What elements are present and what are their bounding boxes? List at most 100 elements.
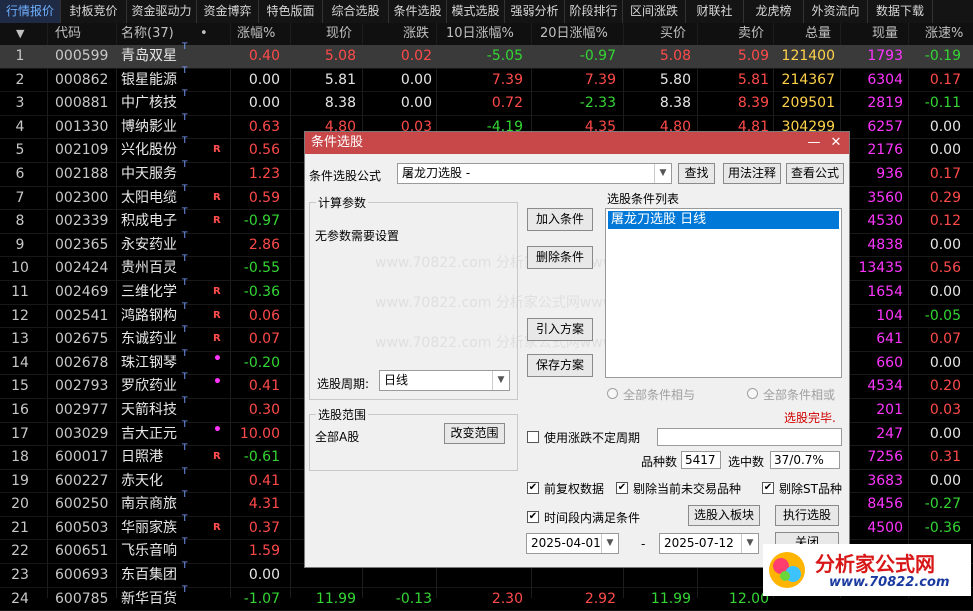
date-to-picker[interactable]: 2025-07-12 ▼ bbox=[659, 533, 759, 554]
table-row[interactable]: 2 000862 银星能源 T 0.00 5.81 0.00 7.39 7.39 5.80 5.81… bbox=[0, 66, 973, 93]
col-current-volume[interactable]: 现量 bbox=[872, 23, 898, 45]
period-select[interactable]: 日线 ▼ bbox=[379, 370, 510, 391]
speed: 0.00 bbox=[929, 283, 961, 300]
col-pct[interactable]: 涨幅% bbox=[237, 23, 275, 45]
speed: 0.00 bbox=[929, 236, 961, 253]
use-period-checkbox[interactable] bbox=[527, 431, 539, 443]
row-index: 18 bbox=[11, 449, 29, 466]
stock-code: 000862 bbox=[55, 71, 109, 88]
col-name[interactable]: 名称(37) bbox=[121, 23, 174, 45]
tab-0[interactable]: 行情报价 bbox=[0, 0, 61, 23]
tab-7[interactable]: 模式选股 bbox=[447, 0, 505, 23]
trade-marker-icon: T bbox=[182, 183, 188, 194]
delete-condition-button[interactable]: 删除条件 bbox=[527, 246, 593, 269]
exclude-st-checkbox[interactable]: ✔ bbox=[762, 482, 774, 494]
tab-8[interactable]: 强弱分析 bbox=[505, 0, 565, 23]
tab-10[interactable]: 区间涨跌 bbox=[623, 0, 686, 23]
all-or-radio[interactable] bbox=[747, 388, 758, 399]
speed: 0.12 bbox=[929, 213, 961, 230]
tab-2[interactable]: 资金驱动力 bbox=[127, 0, 197, 23]
tab-1[interactable]: 封板竞价 bbox=[61, 0, 127, 23]
pct-change: 0.63 bbox=[248, 118, 280, 135]
col-20d[interactable]: 20日涨幅% bbox=[540, 23, 608, 45]
tab-13[interactable]: 外资流向 bbox=[804, 0, 868, 23]
usage-notes-button[interactable]: 用法注释 bbox=[723, 163, 781, 184]
time-condition-checkbox[interactable]: ✔ bbox=[527, 511, 539, 523]
row-index: 8 bbox=[15, 213, 25, 230]
count-label: 品种数 bbox=[641, 455, 678, 469]
tab-3[interactable]: 资金博弈 bbox=[197, 0, 259, 23]
pct-change: 0.59 bbox=[248, 189, 280, 206]
minimize-icon[interactable]: — bbox=[803, 132, 825, 154]
col-code[interactable]: 代码 bbox=[55, 23, 81, 45]
add-condition-button[interactable]: 加入条件 bbox=[527, 208, 593, 231]
stock-flag: • bbox=[213, 421, 222, 438]
stock-name: 青岛双星 bbox=[121, 48, 177, 64]
period-value: 日线 bbox=[384, 373, 409, 387]
all-and-label: 全部条件相与 bbox=[623, 388, 696, 402]
run-selection-button[interactable]: 执行选股 bbox=[775, 505, 839, 526]
all-and-radio[interactable] bbox=[607, 388, 618, 399]
col-bid[interactable]: 买价 bbox=[660, 23, 686, 45]
view-formula-button[interactable]: 查看公式 bbox=[786, 163, 844, 184]
pct-change: 0.00 bbox=[248, 71, 280, 88]
calc-params-group: 计算参数 无参数需要设置 选股周期: 日线 ▼ bbox=[309, 194, 518, 400]
speed: -0.05 bbox=[924, 307, 961, 324]
chevron-down-icon[interactable]: ▼ bbox=[654, 164, 671, 183]
save-plan-button[interactable]: 保存方案 bbox=[527, 354, 593, 377]
speed: -0.19 bbox=[924, 48, 961, 64]
tab-4[interactable]: 特色版面 bbox=[259, 0, 323, 23]
status-text: 选股完毕. bbox=[784, 411, 836, 425]
pre-restore-checkbox[interactable]: ✔ bbox=[527, 482, 539, 494]
change-range-button[interactable]: 改变范围 bbox=[444, 423, 505, 444]
col-volume[interactable]: 总量 bbox=[805, 23, 831, 45]
chevron-down-icon[interactable]: ▼ bbox=[741, 534, 758, 553]
date-from-picker[interactable]: 2025-04-01 ▼ bbox=[526, 533, 619, 554]
trade-marker-icon: T bbox=[182, 466, 188, 477]
condition-list-item[interactable]: 屠龙刀选股 日线 bbox=[608, 211, 839, 229]
stock-name: 三维化学 bbox=[121, 283, 177, 300]
sort-icon[interactable]: ▼ bbox=[16, 23, 24, 45]
close-icon[interactable]: ✕ bbox=[825, 132, 847, 154]
period-input[interactable] bbox=[657, 428, 842, 446]
tab-5[interactable]: 综合选股 bbox=[323, 0, 389, 23]
tab-11[interactable]: 财联社 bbox=[686, 0, 744, 23]
col-speed[interactable]: 涨速% bbox=[925, 23, 963, 45]
trade-marker-icon: T bbox=[182, 419, 188, 430]
exclude-untraded-checkbox[interactable]: ✔ bbox=[616, 482, 628, 494]
price: 5.81 bbox=[324, 71, 356, 88]
chevron-down-icon[interactable]: ▼ bbox=[601, 534, 618, 553]
ask-price: 8.39 bbox=[737, 95, 769, 112]
find-button[interactable]: 查找 bbox=[678, 163, 715, 184]
tab-9[interactable]: 阶段排行 bbox=[565, 0, 623, 23]
dialog-title-bar[interactable]: 条件选股 — ✕ bbox=[305, 132, 849, 154]
trade-marker-icon: T bbox=[182, 301, 188, 312]
table-row[interactable]: 3 000881 中广核技 T 0.00 8.38 0.00 0.72 -2.33 8.38 8.3… bbox=[0, 89, 973, 116]
col-change[interactable]: 涨跌 bbox=[403, 23, 429, 45]
speed: 0.07 bbox=[929, 331, 961, 348]
stock-name: 积成电子 bbox=[121, 213, 177, 230]
trade-marker-icon: T bbox=[182, 207, 188, 218]
stock-code: 002365 bbox=[55, 236, 109, 253]
tab-14[interactable]: 数据下载 bbox=[868, 0, 933, 23]
pct-change: 0.30 bbox=[248, 401, 280, 418]
pct-change: 10.00 bbox=[239, 425, 280, 442]
trade-marker-icon: T bbox=[182, 42, 188, 52]
tab-12[interactable]: 龙虎榜 bbox=[744, 0, 804, 23]
tab-6[interactable]: 条件选股 bbox=[389, 0, 447, 23]
table-row[interactable]: 1 000599 青岛双星 T 0.40 5.08 0.02 -5.05 -0.97 5.08 5.… bbox=[0, 42, 973, 69]
col-ask[interactable]: 卖价 bbox=[738, 23, 764, 45]
trade-marker-icon: T bbox=[182, 561, 188, 572]
formula-select[interactable]: 屠龙刀选股 - ▼ bbox=[397, 163, 672, 184]
import-plan-button[interactable]: 引入方案 bbox=[527, 318, 593, 341]
col-10d[interactable]: 10日涨幅% bbox=[446, 23, 514, 45]
add-to-board-button[interactable]: 选股入板块 bbox=[688, 505, 760, 526]
condition-list[interactable]: 屠龙刀选股 日线 bbox=[605, 208, 842, 378]
row-index: 6 bbox=[15, 165, 25, 182]
stock-code: 002300 bbox=[55, 189, 109, 206]
stock-flag: R bbox=[213, 191, 221, 203]
col-price[interactable]: 现价 bbox=[326, 23, 352, 45]
chevron-down-icon[interactable]: ▼ bbox=[492, 371, 509, 390]
condition-select-dialog: 条件选股 — ✕ www.70822.com 分析家公式网www www.708… bbox=[304, 131, 850, 568]
table-header: ▼ 代码 名称(37) • 涨幅% 现价 涨跌 10日涨幅% 20日涨幅% 买价… bbox=[0, 23, 973, 46]
